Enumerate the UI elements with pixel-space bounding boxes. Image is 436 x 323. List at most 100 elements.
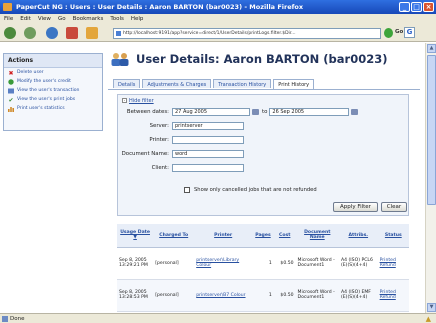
usage-date-cell: Sep 8, 2005 13:28:53 PM — [117, 279, 154, 312]
client-row: Client: — [118, 163, 244, 172]
tab-details[interactable]: Details — [113, 79, 141, 88]
status-icon — [2, 316, 8, 322]
to-date-field[interactable]: 26 Sep 2005 — [269, 107, 350, 116]
column-header-charged-to[interactable]: Charged To — [153, 224, 195, 248]
printer-row: Printer: — [118, 135, 244, 144]
maximize-button[interactable]: □ — [411, 2, 422, 12]
charged-to-cell: [personal] — [153, 279, 195, 312]
menu-file[interactable]: File — [4, 16, 13, 22]
attribs-cell: A4 (ISO) EMF (E)(S)(4+4) — [338, 279, 378, 312]
sidebar-title: Actions — [4, 54, 102, 68]
clear-filter-button[interactable]: Clear — [381, 202, 407, 212]
hide-filter-link[interactable]: - Hide filter — [122, 98, 154, 104]
from-date-field[interactable]: 27 Aug 2005 — [172, 107, 250, 116]
filter-panel: - Hide filter Between dates: 27 Aug 2005 … — [117, 94, 409, 216]
go-icon[interactable] — [384, 28, 393, 38]
scrollbar-thumb[interactable] — [427, 55, 436, 205]
calendar-icon[interactable] — [351, 108, 359, 115]
status-refund-link[interactable]: Printed Refund — [377, 247, 409, 280]
pages-cell: 1 — [252, 247, 274, 280]
scroll-up-icon[interactable]: ▲ — [427, 44, 436, 53]
credit-icon — [8, 79, 14, 85]
cancelled-jobs-label: Show only cancelled jobs that are not re… — [194, 187, 317, 193]
menu-view[interactable]: View — [38, 16, 51, 22]
menu-bar: File Edit View Go Bookmarks Tools Help — [0, 14, 436, 24]
table-header-row: Usage Date ▼ Charged To Printer Pages Co… — [117, 224, 409, 248]
document-name-cell: Microsoft Word - Document1 — [295, 247, 339, 280]
minimize-button[interactable]: _ — [399, 2, 410, 12]
column-header-document-name[interactable]: Document Name — [295, 224, 339, 248]
column-header-usage-date[interactable]: Usage Date ▼ — [117, 224, 154, 248]
stop-icon[interactable] — [66, 27, 78, 39]
sidebar-item-statistics[interactable]: Print user's statistics — [4, 104, 102, 113]
page-title: User Details: Aaron BARTON (bar0023) — [136, 52, 388, 66]
status-text: Done — [10, 315, 25, 322]
client-label: Client: — [151, 164, 169, 171]
printer-link[interactable]: printserver\B7 Colour — [194, 279, 253, 312]
transactions-icon — [8, 88, 14, 94]
status-bar: Done ▲ — [0, 313, 436, 323]
sidebar-item-label: Print user's statistics — [17, 106, 65, 111]
firefox-app-icon — [3, 3, 12, 11]
sidebar-item-label: Delete user — [17, 70, 44, 75]
cancelled-jobs-checkbox[interactable] — [184, 187, 190, 193]
server-label: Server: — [149, 122, 169, 129]
menu-tools[interactable]: Tools — [110, 16, 124, 22]
tab-adjustments[interactable]: Adjustments & Charges — [142, 79, 212, 88]
forward-icon[interactable] — [24, 27, 36, 39]
statistics-icon — [8, 106, 14, 112]
user-tabs: Details Adjustments & Charges Transactio… — [113, 79, 315, 89]
apply-filter-button[interactable]: Apply Filter — [333, 202, 378, 212]
tab-divider — [108, 89, 420, 90]
close-window-button[interactable]: × — [423, 2, 434, 12]
go-label[interactable]: Go — [395, 29, 403, 35]
window-controls: _ □ × — [399, 2, 434, 12]
document-name-cell: Microsoft Word - Document1 — [295, 279, 339, 312]
server-field[interactable]: printserver — [172, 121, 244, 130]
menu-bookmarks[interactable]: Bookmarks — [73, 16, 104, 22]
window-title: PaperCut NG : Users : User Details : Aar… — [16, 3, 304, 11]
printer-label: Printer: — [149, 136, 169, 143]
favicon-icon — [116, 31, 121, 36]
address-bar[interactable]: http://localhost:9191/app?service=direct… — [113, 28, 381, 39]
document-name-field[interactable]: word — [172, 149, 244, 158]
sort-desc-icon: ▼ — [133, 235, 137, 241]
collapse-icon: - — [122, 98, 127, 103]
date-range-row: Between dates: 27 Aug 2005 to 26 Sep 200… — [118, 107, 359, 116]
page-heading: User Details: Aaron BARTON (bar0023) — [110, 52, 387, 66]
users-icon — [110, 52, 130, 66]
document-name-row: Document Name: word — [118, 149, 244, 158]
print-history-table: Usage Date ▼ Charged To Printer Pages Co… — [117, 224, 409, 312]
home-icon[interactable] — [86, 27, 98, 39]
client-field[interactable] — [172, 163, 244, 172]
tab-print-history[interactable]: Print History — [273, 79, 315, 89]
sidebar-item-transactions[interactable]: View the user's transaction — [4, 86, 102, 95]
column-header-status[interactable]: Status — [377, 224, 409, 248]
menu-help[interactable]: Help — [131, 16, 144, 22]
scroll-down-icon[interactable]: ▼ — [427, 303, 436, 312]
sidebar-item-delete-user[interactable]: ✖ Delete user — [4, 68, 102, 77]
sidebar-item-print-jobs[interactable]: ✔ View the user's print jobs — [4, 95, 102, 104]
vertical-scrollbar[interactable]: ▲ ▼ — [425, 43, 436, 313]
printer-field[interactable] — [172, 135, 244, 144]
column-header-pages[interactable]: Pages — [252, 224, 274, 248]
printer-link[interactable]: printserver\Library Colour — [194, 247, 253, 280]
column-header-attribs: Attribs. — [338, 224, 378, 248]
calendar-icon[interactable] — [252, 108, 259, 115]
column-header-printer[interactable]: Printer — [194, 224, 253, 248]
search-engine-icon[interactable]: G — [404, 27, 415, 38]
print-jobs-icon: ✔ — [8, 96, 14, 104]
status-refund-link[interactable]: Printed Refund — [377, 279, 409, 312]
cost-cell: $0.50 — [273, 247, 296, 280]
menu-go[interactable]: Go — [58, 16, 66, 22]
menu-edit[interactable]: Edit — [20, 16, 31, 22]
reload-icon[interactable] — [46, 27, 58, 39]
column-header-cost[interactable]: Cost — [273, 224, 296, 248]
between-dates-label: Between dates: — [126, 108, 169, 115]
back-icon[interactable] — [4, 27, 16, 39]
server-row: Server: printserver — [118, 121, 244, 130]
tab-transaction-history[interactable]: Transaction History — [213, 79, 272, 88]
attribs-cell: A4 (ISO) PCL6 (E)(S)(4+4) — [338, 247, 378, 280]
address-url: http://localhost:9191/app?service=direct… — [123, 31, 296, 36]
sidebar-item-modify-credit[interactable]: Modify the user's credit — [4, 77, 102, 86]
